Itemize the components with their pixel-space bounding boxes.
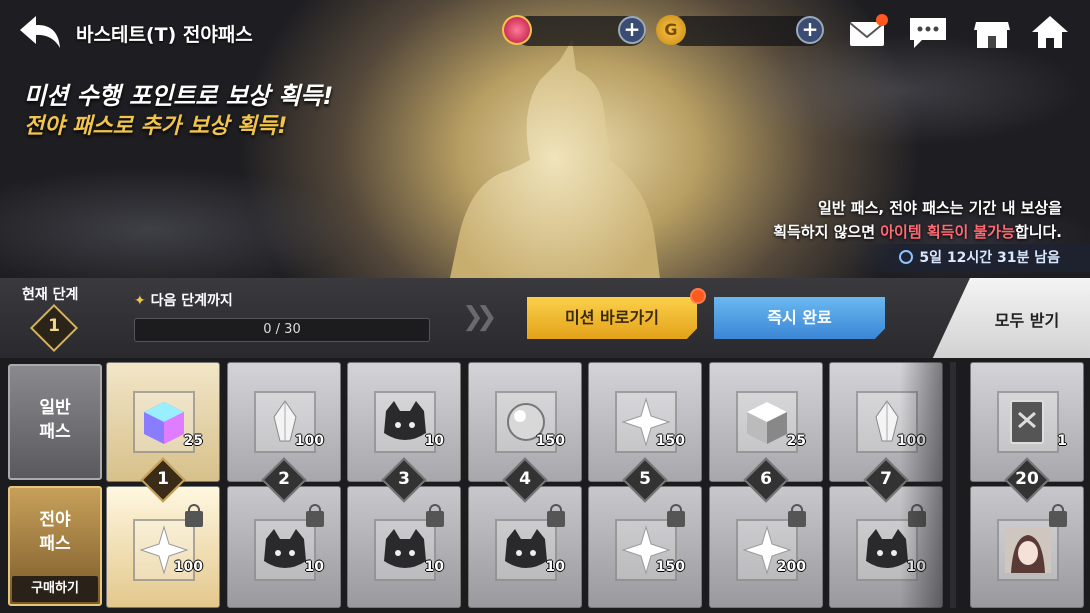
item-quantity: 100 [173,559,203,575]
normal-pass-label: 일반 패스 [8,364,102,480]
item-quantity: 200 [776,559,806,575]
black-cat-helmet-icon [380,525,430,575]
lock-icon [667,504,685,527]
timer-text: 5일 12시간 31분 남음 [919,250,1060,266]
hero-banner: 바스테트(T) 전야패스 + G + 미션 수행 포인트로 보상 획득! 전야 … [0,0,1090,278]
character-silhouette [450,40,660,278]
item-quantity: 10 [545,559,565,575]
item-quantity: 1 [1057,433,1067,449]
mail-icon[interactable] [846,12,890,52]
notice-line-1: 일반 패스, 전야 패스는 기간 내 보상을 [817,199,1062,217]
step-number: 7 [880,469,892,489]
shop-icon[interactable] [970,12,1014,52]
final-divider [950,362,956,608]
page-title: 바스테트(T) 전야패스 [76,24,253,46]
item-quantity: 10 [424,559,444,575]
item-quantity: 150 [655,433,685,449]
step-number: 3 [398,469,410,489]
step-number: 20 [1015,469,1039,489]
step-number: 1 [157,469,169,489]
stage-progress-bar: 0 / 30 [134,318,430,342]
item-quantity: 10 [304,559,324,575]
notice-text-end: 합니다. [1014,223,1062,241]
war-pass-reward-cell[interactable]: 100 [106,486,220,608]
next-stage-text: 다음 단계까지 [150,293,233,309]
war-pass-reward-cell[interactable]: 10 [347,486,461,608]
headline-primary: 미션 수행 포인트로 보상 획득! [24,82,334,110]
reward-step-column: 10 10 3 [347,362,461,608]
headline-secondary: 전야 패스로 추가 보상 획득! [24,114,288,139]
notice-warning: 아이템 획득이 불가능 [880,223,1015,241]
chat-icon[interactable] [906,12,950,52]
reward-step-column: 100 10 2 [227,362,341,608]
reward-step-column: 25 100 1 [106,362,220,608]
double-chevron-icon: ❯❯ [462,302,497,332]
reward-step-column: 1 20 [970,362,1084,608]
lock-icon [426,504,444,527]
clock-icon [899,250,914,264]
mission-shortcut-button[interactable]: 미션 바로가기 [527,297,697,339]
item-quantity: 25 [183,433,203,449]
war-pass-label: 전야 패스 구매하기 [8,486,102,606]
home-icon[interactable] [1028,12,1072,52]
item-quantity: 100 [294,433,324,449]
notice-line-2: 획득하지 않으면 아이템 획득이 불가능합니다. [773,220,1062,244]
item-quantity: 25 [786,433,806,449]
gem-icon [502,15,532,45]
step-number: 5 [639,469,651,489]
progress-text: 0 / 30 [263,322,301,337]
item-quantity: 150 [655,559,685,575]
reward-grid: 일반 패스 전야 패스 구매하기 25 100 1 100 10 2 10 10 3 150 10 4… [0,358,1090,613]
item-quantity: 150 [535,433,565,449]
step-number: 2 [278,469,290,489]
black-cat-helmet-icon [501,525,551,575]
item-quantity: 10 [424,433,444,449]
lock-icon [788,504,806,527]
progress-controls: 현재 단계 1 ✦ 다음 단계까지 0 / 30 ❯❯ 미션 바로가기 즉시 완… [0,278,1090,364]
black-cat-helmet-icon [380,397,430,447]
add-gem-button[interactable]: + [618,16,646,44]
step-number: 6 [760,469,772,489]
add-gold-button[interactable]: + [796,16,824,44]
next-stage-label: ✦ 다음 단계까지 [134,290,233,310]
normal-pass-text: 일반 패스 [39,398,71,442]
reward-step-column: 150 10 4 [468,362,582,608]
back-arrow-icon[interactable] [16,12,64,52]
character-portrait-icon [1003,525,1053,575]
card-book-icon [1003,397,1053,447]
lock-icon [1049,504,1067,527]
white-cube-icon [742,397,792,447]
notice-text: 획득하지 않으면 [773,223,881,241]
war-pass-text: 전야 패스 [39,510,71,554]
mission-alert-dot [690,288,706,304]
sparkle-icon: ✦ [134,293,151,309]
lock-icon [185,504,203,527]
current-stage-label: 현재 단계 [22,287,79,303]
buy-pass-button[interactable]: 구매하기 [12,576,98,602]
top-bar: 바스테트(T) 전야패스 + G + [0,0,1090,62]
reward-step-column: 150 150 5 [588,362,702,608]
pass-notice: 일반 패스, 전야 패스는 기간 내 보상을 획득하지 않으면 아이템 획득이 … [773,196,1062,244]
current-stage-number: 1 [48,316,60,336]
step-number: 4 [519,469,531,489]
reward-step-column: 25 200 6 [709,362,823,608]
gold-coin-icon: G [656,15,686,45]
war-pass-reward-cell[interactable]: 200 [709,486,823,608]
war-pass-reward-cell[interactable] [970,486,1084,608]
remaining-timer: 5일 12시간 31분 남음 [854,244,1090,272]
lock-icon [306,504,324,527]
claim-all-button[interactable]: 모두 받기 [930,278,1090,364]
rainbow-cube-icon [139,397,189,447]
war-pass-reward-cell[interactable]: 150 [588,486,702,608]
black-cat-helmet-icon [260,525,310,575]
war-pass-reward-cell[interactable]: 10 [227,486,341,608]
instant-complete-button[interactable]: 즉시 완료 [714,297,885,339]
war-pass-reward-cell[interactable]: 10 [468,486,582,608]
lock-icon [547,504,565,527]
